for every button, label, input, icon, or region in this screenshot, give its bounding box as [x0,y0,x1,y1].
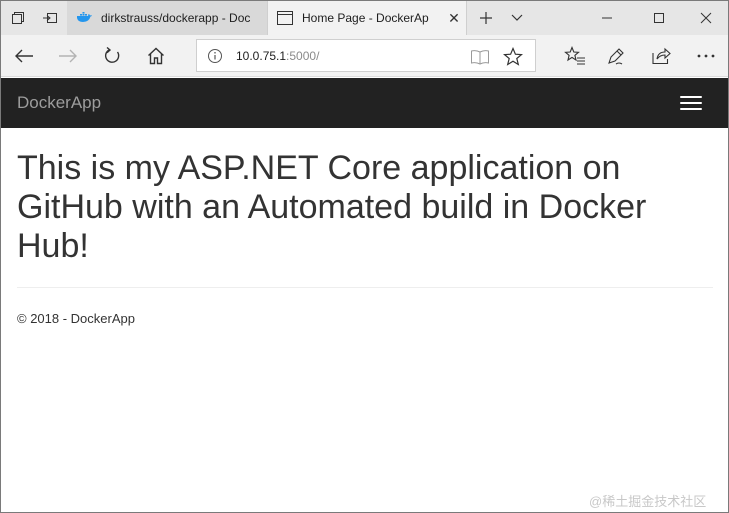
new-tab-button[interactable] [471,1,501,35]
favorites-icon[interactable] [557,39,593,73]
reading-view-icon[interactable] [469,46,491,68]
url-port: :5000/ [286,49,320,63]
page-footer: © 2018 - DockerApp [17,311,135,326]
minimize-button[interactable] [583,1,631,35]
refresh-button[interactable] [94,39,130,73]
pen-icon[interactable] [598,39,634,73]
info-icon[interactable] [207,48,223,64]
tab-dockerhub[interactable]: dirkstrauss/dockerapp - Doc [67,1,267,35]
tab-home-page[interactable]: Home Page - DockerAp ✕ [267,1,467,35]
tab-title: dirkstrauss/dockerapp - Doc [101,11,251,25]
url-host: 10.0.75.1 [236,49,287,63]
hamburger-menu-icon[interactable] [673,90,709,116]
maximize-button[interactable] [635,1,683,35]
brand-link[interactable]: DockerApp [17,93,101,113]
close-tab-icon[interactable]: ✕ [442,10,466,27]
forward-button[interactable] [50,39,86,73]
browser-window: dirkstrauss/dockerapp - Doc Home Page - … [0,0,729,513]
site-navbar: DockerApp [1,78,728,128]
url-text: 10.0.75.1:5000/ [236,49,319,63]
divider [17,287,713,288]
more-options-icon[interactable] [688,39,724,73]
page-heading: This is my ASP.NET Core application on G… [17,149,647,265]
star-icon[interactable] [502,46,524,68]
share-icon[interactable] [643,39,679,73]
back-button[interactable] [6,39,42,73]
home-button[interactable] [138,39,174,73]
browser-toolbar: 10.0.75.1:5000/ [1,35,728,77]
watermark: @稀土掘金技术社区 [589,494,707,509]
docker-whale-icon [76,10,92,26]
set-tabs-aside-icon[interactable] [35,1,65,35]
title-bar: dirkstrauss/dockerapp - Doc Home Page - … [1,1,728,35]
close-window-button[interactable] [682,1,728,35]
page-icon [277,10,293,26]
tab-actions-icon[interactable] [3,1,33,35]
address-bar[interactable]: 10.0.75.1:5000/ [196,39,536,72]
tab-title: Home Page - DockerAp [302,11,429,25]
chevron-down-icon[interactable] [503,1,531,35]
